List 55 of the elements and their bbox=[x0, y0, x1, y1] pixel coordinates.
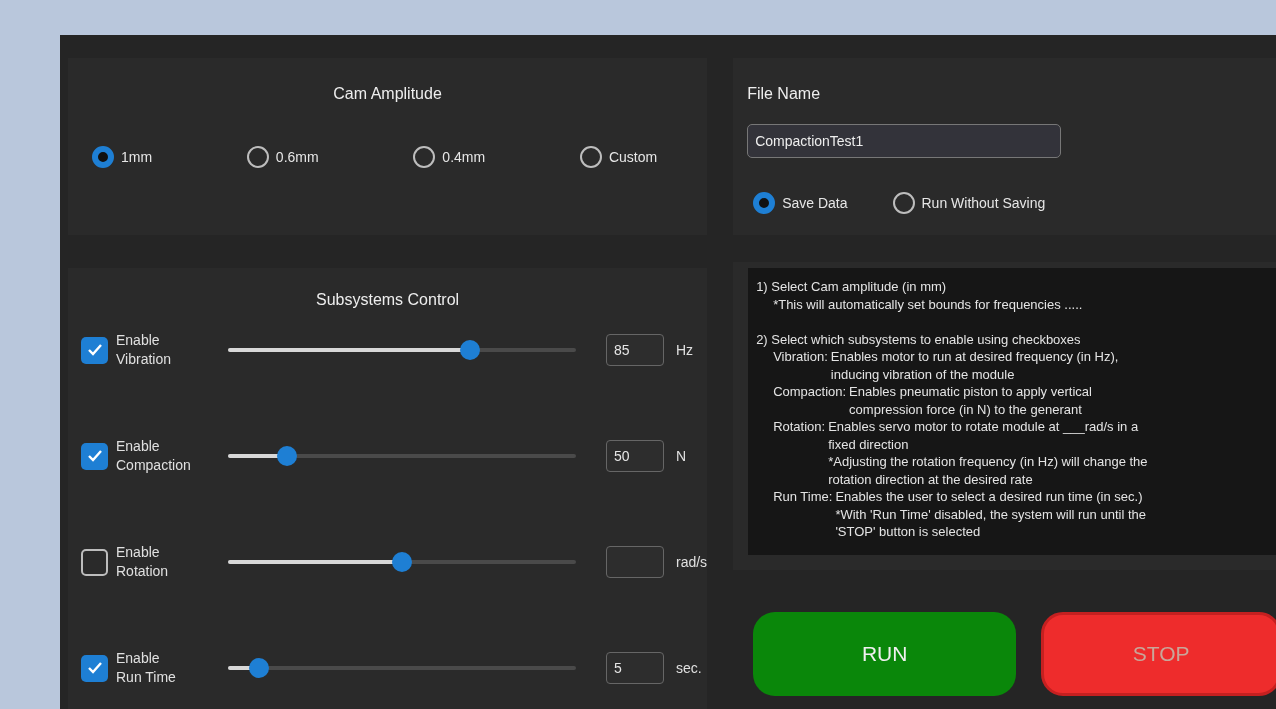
unit-label: N bbox=[676, 446, 687, 466]
unit-label: Hz bbox=[676, 340, 694, 360]
radio-button[interactable] bbox=[753, 192, 776, 214]
radio-label[interactable]: Run Without Saving bbox=[921, 192, 1046, 214]
checkbox[interactable] bbox=[81, 336, 108, 364]
radio-label[interactable]: Custom bbox=[608, 146, 658, 168]
slider[interactable] bbox=[228, 552, 576, 572]
radio-label[interactable]: Save Data bbox=[782, 192, 848, 214]
radio-button[interactable] bbox=[892, 192, 915, 214]
checkbox[interactable] bbox=[81, 548, 108, 576]
instruction-label: Vibration: bbox=[773, 348, 828, 366]
instruction-text: Enables the user to select a desired run time (in sec.) *With 'Run Time' disabled, the system will run until the 'STOP' button is selected bbox=[835, 488, 1146, 541]
slider[interactable] bbox=[228, 446, 576, 466]
slider[interactable] bbox=[228, 340, 576, 360]
field-label: File Name bbox=[747, 84, 822, 104]
radio-label[interactable]: 0.4mm bbox=[442, 146, 486, 168]
number-field[interactable]: 85 bbox=[606, 334, 664, 366]
checkmark-icon bbox=[86, 661, 103, 675]
number-field[interactable]: 50 bbox=[606, 440, 664, 472]
panel-title: Cam Amplitude bbox=[333, 84, 442, 104]
instruction-text: 2) Select which subsystems to enable using checkboxes bbox=[756, 330, 1082, 348]
number-field[interactable]: 5 bbox=[606, 652, 664, 684]
instruction-label: Rotation: bbox=[773, 418, 826, 436]
instruction-label: Compaction: bbox=[773, 383, 847, 401]
radio-button[interactable] bbox=[579, 146, 602, 168]
slider[interactable] bbox=[228, 658, 576, 678]
instruction-text: Enables servo motor to rotate module at ___rad/s in a fixed direction *Adjusting the rotation frequency (in Hz) will change the rotation direction at the desired rate bbox=[828, 418, 1148, 488]
unit-label: sec. bbox=[676, 658, 702, 678]
checkbox[interactable] bbox=[81, 654, 108, 682]
slider-thumb[interactable] bbox=[459, 340, 480, 360]
instruction-text: 1) Select Cam amplitude (in mm) bbox=[756, 278, 948, 296]
file-name-field[interactable]: CompactionTest1 bbox=[747, 124, 1062, 158]
instruction-text: Enables motor to run at desired frequency (in Hz), inducing vibration of the module bbox=[830, 348, 1119, 383]
checkbox[interactable] bbox=[81, 442, 108, 470]
radio-button[interactable] bbox=[92, 146, 114, 168]
slider-thumb[interactable] bbox=[392, 552, 412, 572]
radio-label[interactable]: 0.6mm bbox=[275, 146, 319, 168]
checkbox-label[interactable]: Enable Compaction bbox=[116, 437, 228, 475]
instruction-label: Run Time: bbox=[773, 488, 833, 506]
radio-label[interactable]: 1mm bbox=[121, 146, 153, 168]
run-button[interactable]: RUN bbox=[753, 612, 1017, 696]
instruction-note: *This will automatically set bounds for frequencies ..... bbox=[772, 295, 1084, 313]
number-field[interactable] bbox=[606, 546, 664, 578]
checkmark-icon bbox=[86, 449, 103, 463]
unit-label: rad/s bbox=[676, 552, 708, 572]
checkmark-icon bbox=[86, 343, 103, 357]
checkbox-label[interactable]: Enable Vibration bbox=[116, 331, 228, 369]
checkbox-label[interactable]: Enable Rotation bbox=[116, 543, 228, 581]
radio-button[interactable] bbox=[246, 146, 269, 168]
slider-thumb[interactable] bbox=[277, 446, 298, 466]
radio-button[interactable] bbox=[413, 146, 436, 168]
checkbox-label[interactable]: Enable Run Time bbox=[116, 649, 228, 687]
panel-title: Subsystems Control bbox=[314, 290, 461, 310]
slider-thumb[interactable] bbox=[249, 658, 270, 678]
instruction-text: Enables pneumatic piston to apply vertical compression force (in N) to the generant bbox=[849, 383, 1092, 418]
